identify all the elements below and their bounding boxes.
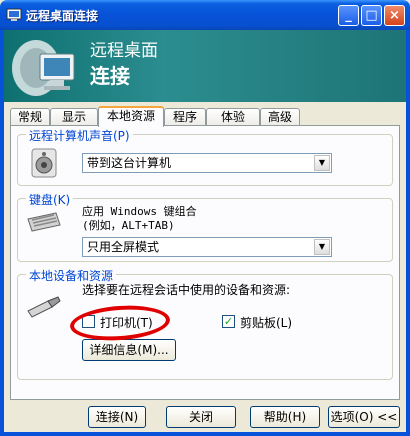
close-dialog-button[interactable]: 关闭 [166, 406, 236, 428]
tab-panel: 远程计算机声音(P) 带到这台计算机 ▼ 键盘(K) 应用 Windows 键组… [10, 125, 400, 400]
title-bar[interactable]: 远程桌面连接 _ □ × [0, 0, 410, 30]
banner-title-line2: 连接 [90, 64, 130, 88]
options-button[interactable]: 选项(O) << [328, 406, 400, 428]
remote-desktop-icon [6, 8, 22, 21]
details-button[interactable]: 详细信息(M)... [82, 339, 176, 361]
sound-group: 远程计算机声音(P) 带到这台计算机 ▼ [17, 127, 393, 186]
tab-programs[interactable]: 程序 [164, 108, 206, 126]
close-button[interactable]: × [384, 5, 405, 26]
clipboard-label[interactable]: 剪贴板(L) [240, 314, 292, 331]
window-frame-bottom [0, 432, 410, 436]
tab-display[interactable]: 显示 [50, 108, 98, 126]
keyboard-group-title: 键盘(K) [26, 191, 74, 208]
tab-advanced[interactable]: 高级 [260, 108, 300, 126]
banner: 远程桌面 连接 [4, 30, 406, 102]
tab-general[interactable]: 常规 [10, 108, 50, 126]
keyboard-icon [27, 212, 61, 232]
maximize-button[interactable]: □ [361, 5, 382, 26]
keyboard-group: 键盘(K) 应用 Windows 键组合 (例如，ALT+TAB) 只用全屏模式… [17, 191, 393, 262]
keyboard-select[interactable]: 只用全屏模式 ▼ [82, 237, 332, 257]
sound-select[interactable]: 带到这台计算机 ▼ [82, 153, 332, 173]
help-button[interactable]: 帮助(H) [250, 406, 320, 428]
clipboard-checkbox[interactable]: ✓ [222, 315, 235, 328]
minimize-button[interactable]: _ [338, 5, 359, 26]
local-devices-desc: 选择要在远程会话中使用的设备和资源: [82, 283, 291, 297]
chevron-down-icon[interactable]: ▼ [314, 155, 330, 171]
sound-select-value: 带到这台计算机 [87, 156, 172, 170]
keyboard-desc-line2: (例如，ALT+TAB) [82, 219, 175, 232]
speaker-icon [31, 148, 57, 178]
chevron-down-icon[interactable]: ▼ [314, 239, 330, 255]
window-frame-right [406, 30, 410, 436]
tab-experience[interactable]: 体验 [206, 108, 260, 126]
window-title: 远程桌面连接 [26, 9, 99, 23]
remote-desktop-logo-icon [12, 40, 75, 96]
banner-title-line1: 远程桌面 [90, 41, 158, 61]
connect-button[interactable]: 连接(N) [88, 406, 146, 428]
usb-plug-icon [27, 296, 61, 318]
keyboard-select-value: 只用全屏模式 [87, 240, 160, 254]
tab-local-resources[interactable]: 本地资源 [98, 106, 164, 127]
sound-group-title: 远程计算机声音(P) [26, 127, 133, 144]
